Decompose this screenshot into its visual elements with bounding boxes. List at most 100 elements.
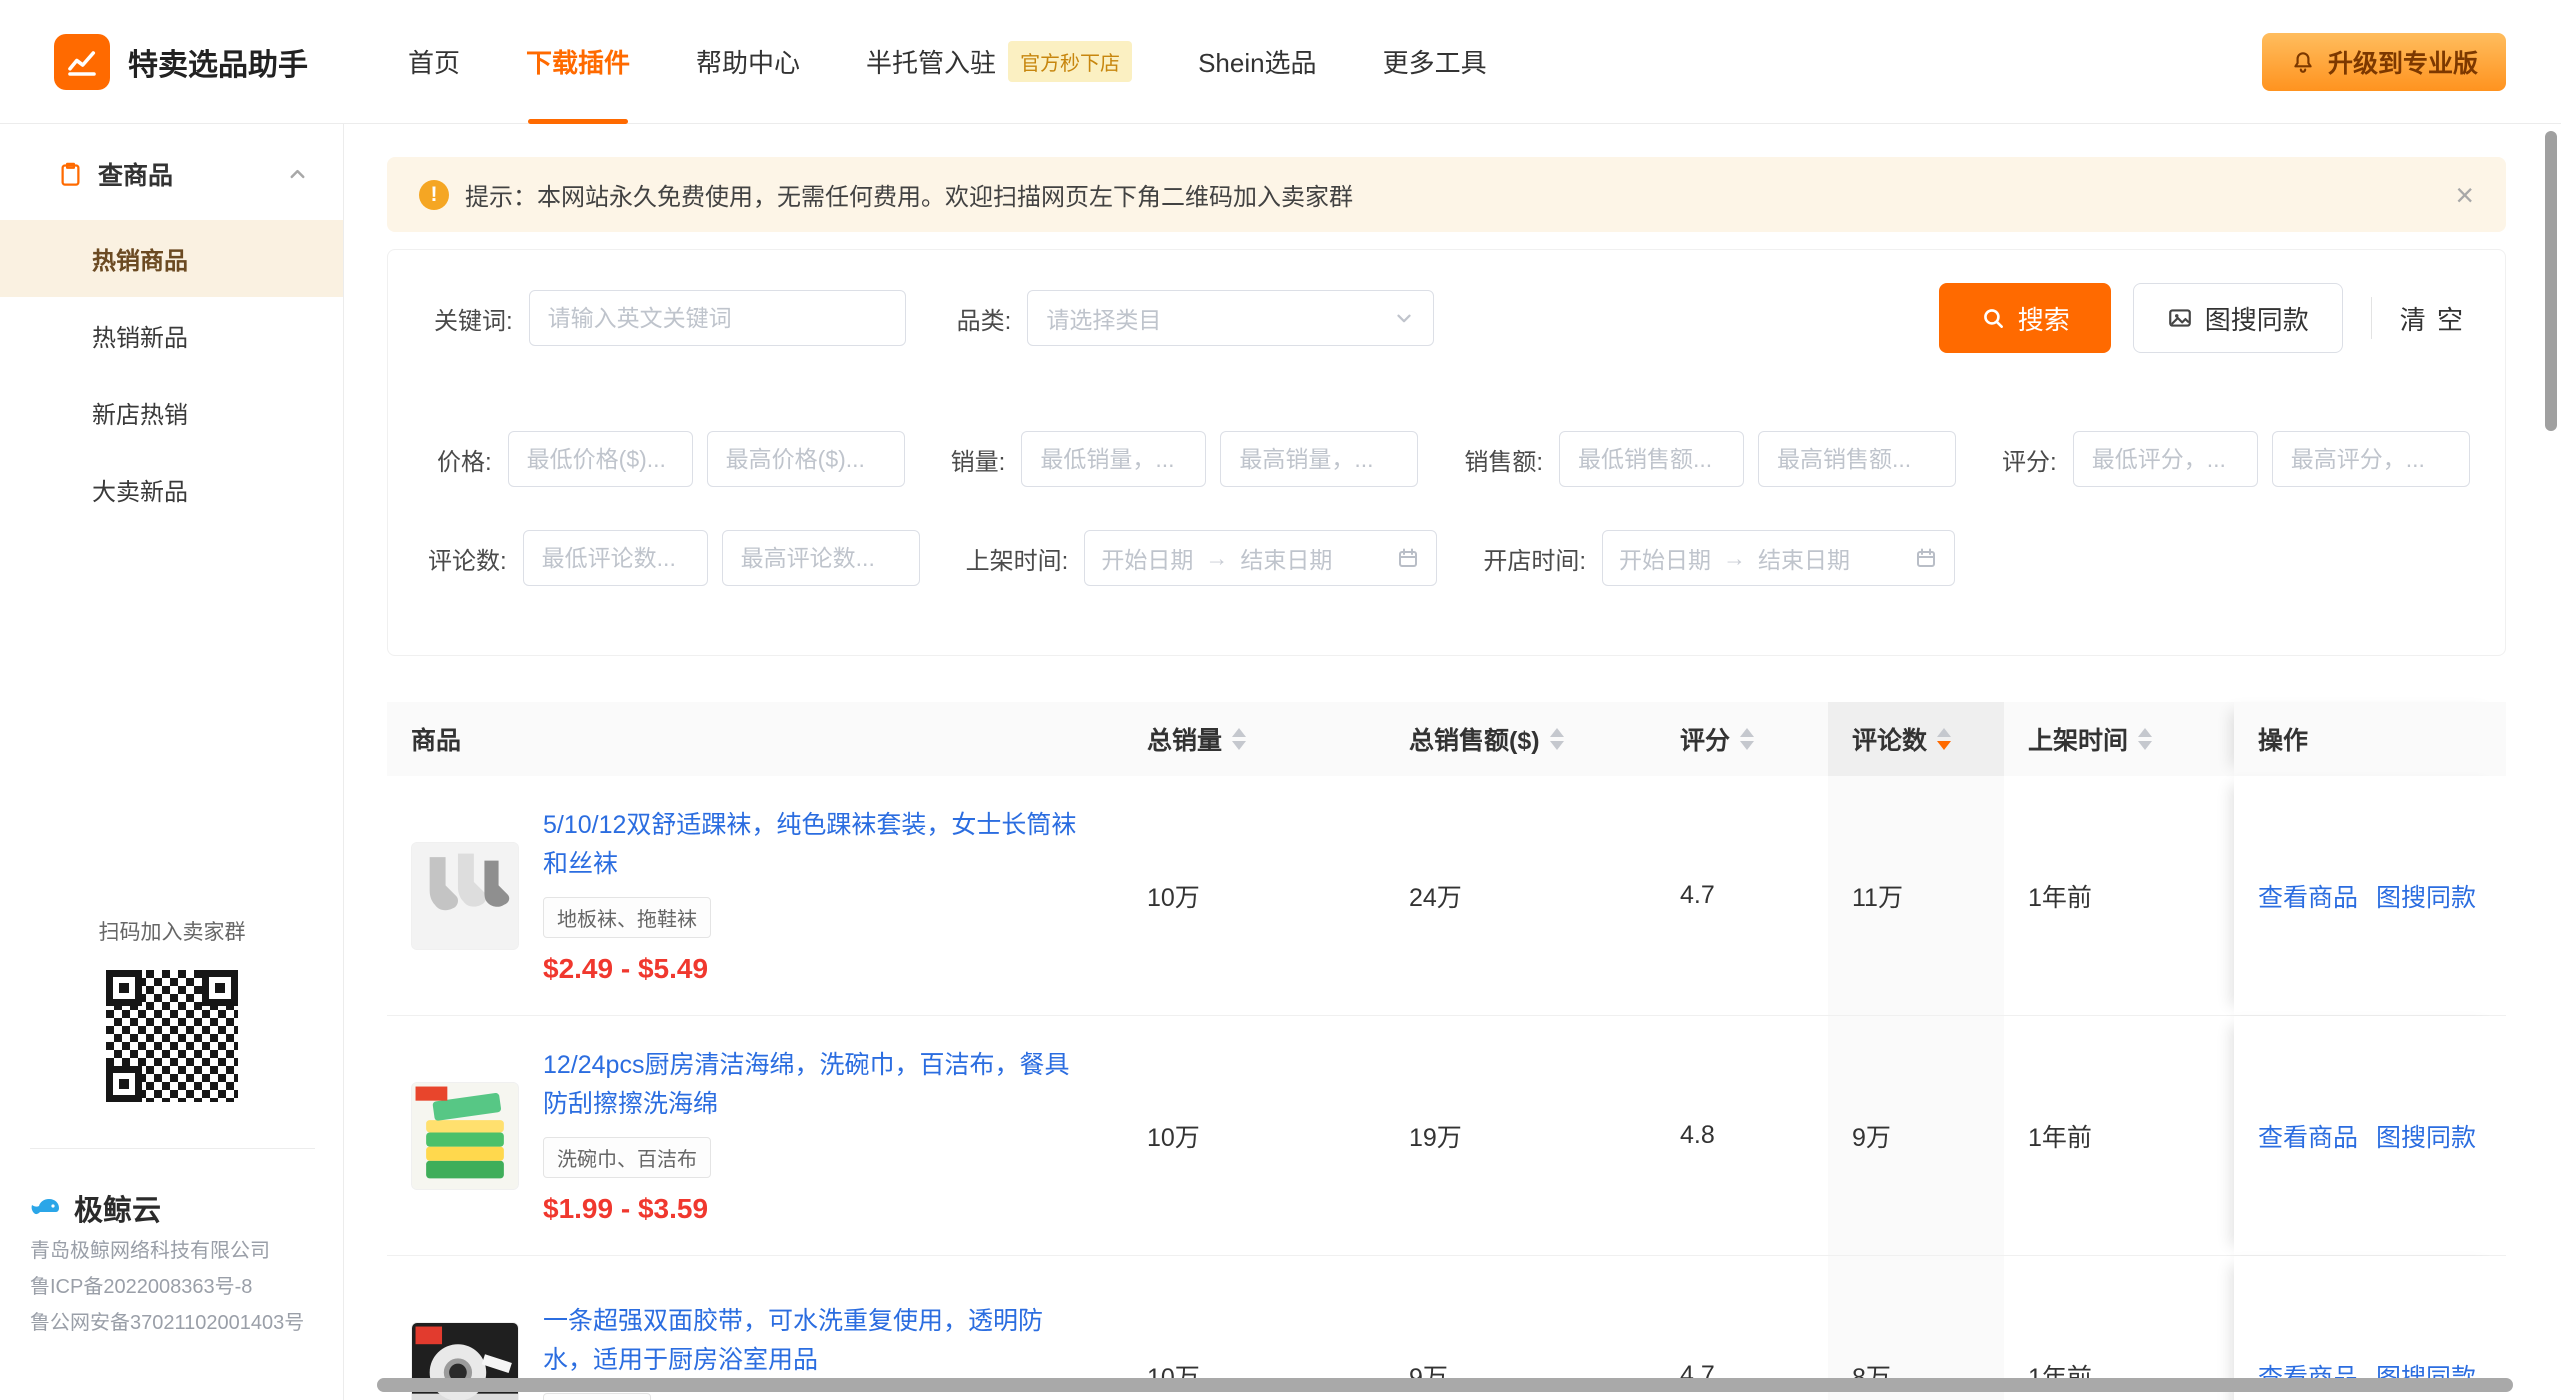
product-image[interactable] [411, 1082, 519, 1190]
nav-item-semi-managed[interactable]: 半托管入驻 官方秒下店 [866, 0, 1132, 124]
chevron-down-icon [1393, 307, 1415, 329]
close-icon[interactable]: × [2455, 179, 2474, 211]
rating-min-input[interactable] [2073, 431, 2258, 487]
sidebar-item-label: 热销商品 [92, 241, 188, 276]
sidebar-item-hot-new-products[interactable]: 热销新品 [0, 297, 343, 374]
search-button-label: 搜索 [2018, 300, 2070, 337]
sidebar-group-search-products[interactable]: 查商品 [0, 152, 343, 196]
nav-item-download-plugin[interactable]: 下载插件 [526, 0, 630, 124]
arrow-right-icon: → [1205, 545, 1228, 572]
price-label: 价格: [437, 442, 492, 477]
main-nav: 首页 下载插件 帮助中心 半托管入驻 官方秒下店 Shein选品 更多工具 [408, 0, 1487, 124]
column-header-total-revenue[interactable]: 总销售额($) [1385, 721, 1656, 757]
column-header-action: 操作 [2234, 702, 2506, 776]
listing-time-filter: 上架时间: 开始日期 → 结束日期 [966, 530, 1438, 586]
clipboard-icon [57, 161, 84, 188]
shop-time-label: 开店时间: [1483, 541, 1586, 576]
official-store-badge: 官方秒下店 [1008, 41, 1132, 82]
column-header-total-sales[interactable]: 总销量 [1123, 721, 1385, 757]
start-date-placeholder: 开始日期 [1101, 541, 1193, 575]
image-search-icon [2167, 305, 2193, 331]
keyword-input[interactable] [529, 290, 906, 346]
sidebar-item-bestseller-new[interactable]: 大卖新品 [0, 451, 343, 528]
revenue-min-input[interactable] [1559, 431, 1744, 487]
nav-item-more-tools[interactable]: 更多工具 [1383, 0, 1487, 124]
product-tag: 管道胶带 [543, 1393, 651, 1400]
reviews-filter: 评论数: [428, 530, 920, 586]
product-price: $1.99 - $3.59 [543, 1193, 1088, 1225]
action-cell: 查看商品 图搜同款 [2234, 1016, 2506, 1255]
total-revenue-value: 24万 [1385, 878, 1656, 914]
shop-date-range-picker[interactable]: 开始日期 → 结束日期 [1602, 530, 1955, 586]
sort-icon[interactable] [2138, 728, 2152, 750]
sort-icon[interactable] [1232, 728, 1246, 750]
sidebar-item-label: 大卖新品 [92, 472, 188, 507]
vertical-scrollbar[interactable] [2545, 131, 2557, 431]
price-min-input[interactable] [508, 431, 693, 487]
rating-filter: 评分: [2002, 431, 2470, 487]
image-search-link[interactable]: 图搜同款 [2376, 1118, 2476, 1154]
revenue-max-input[interactable] [1758, 431, 1956, 487]
product-title-link[interactable]: 12/24pcs厨房清洁海绵，洗碗巾，百洁布，餐具防刮擦擦洗海绵 [543, 1046, 1088, 1124]
total-sales-value: 10万 [1123, 1118, 1385, 1154]
keyword-label: 关键词: [434, 301, 513, 336]
product-price: $2.49 - $5.49 [543, 953, 1088, 985]
notice-banner: 提示：本网站永久免费使用，无需任何费用。欢迎扫描网页左下角二维码加入卖家群 × [387, 157, 2506, 232]
nav-item-home[interactable]: 首页 [408, 0, 460, 124]
sidebar-item-hot-products[interactable]: 热销商品 [0, 220, 343, 297]
product-title-link[interactable]: 5/10/12双舒适踝袜，纯色踝袜套装，女士长筒袜和丝袜 [543, 806, 1088, 884]
action-cell: 查看商品 图搜同款 [2234, 776, 2506, 1015]
search-button[interactable]: 搜索 [1939, 283, 2111, 353]
nav-item-shein-selection[interactable]: Shein选品 [1198, 0, 1317, 124]
column-header-rating[interactable]: 评分 [1656, 721, 1828, 757]
table-row: 12/24pcs厨房清洁海绵，洗碗巾，百洁布，餐具防刮擦擦洗海绵 洗碗巾、百洁布… [387, 1016, 2506, 1256]
revenue-label: 销售额: [1464, 442, 1543, 477]
sales-max-input[interactable] [1220, 431, 1418, 487]
sort-icon-active[interactable] [1937, 728, 1951, 750]
start-date-placeholder: 开始日期 [1619, 541, 1711, 575]
table-header-row: 商品 总销量 总销售额($) 评分 评论数 [387, 702, 2506, 776]
category-select[interactable]: 请选择类目 [1027, 290, 1434, 346]
reviews-min-input[interactable] [523, 530, 708, 586]
clear-button[interactable]: 清 空 [2400, 300, 2465, 337]
search-icon [1980, 305, 2006, 331]
brand[interactable]: 特卖选品助手 [54, 34, 308, 90]
image-search-button[interactable]: 图搜同款 [2133, 283, 2343, 353]
upgrade-label: 升级到专业版 [2328, 44, 2478, 80]
view-product-link[interactable]: 查看商品 [2258, 878, 2358, 914]
rating-value: 4.7 [1656, 881, 1828, 910]
app: 特卖选品助手 首页 下载插件 帮助中心 半托管入驻 官方秒下店 Shein选品 … [0, 0, 2561, 1400]
sidebar: 查商品 热销商品 热销新品 新店热销 大卖新品 扫码加入卖家群 [0, 124, 344, 1400]
column-header-listed-time[interactable]: 上架时间 [2004, 721, 2206, 757]
total-revenue-value: 19万 [1385, 1118, 1656, 1154]
sort-icon[interactable] [1740, 728, 1754, 750]
nav-label: 下载插件 [526, 43, 630, 80]
view-product-link[interactable]: 查看商品 [2258, 1118, 2358, 1154]
listed-time-value: 1年前 [2004, 1118, 2206, 1154]
end-date-placeholder: 结束日期 [1240, 541, 1332, 575]
reviews-value: 11万 [1828, 776, 2004, 1015]
nav-label: 半托管入驻 [866, 43, 996, 80]
sales-min-input[interactable] [1021, 431, 1206, 487]
image-search-link[interactable]: 图搜同款 [2376, 878, 2476, 914]
sidebar-item-new-store-hot[interactable]: 新店热销 [0, 374, 343, 451]
arrow-right-icon: → [1723, 545, 1746, 572]
product-title-link[interactable]: 一条超强双面胶带，可水洗重复使用，透明防水，适用于厨房浴室用品 [543, 1302, 1088, 1380]
nav-label: 更多工具 [1383, 43, 1487, 80]
category-placeholder: 请选择类目 [1046, 301, 1161, 335]
listed-time-value: 1年前 [2004, 878, 2206, 914]
listing-date-range-picker[interactable]: 开始日期 → 结束日期 [1084, 530, 1437, 586]
column-header-reviews[interactable]: 评论数 [1828, 702, 2004, 776]
products-table: 商品 总销量 总销售额($) 评分 评论数 [387, 702, 2506, 1400]
police-license[interactable]: 鲁公网安备37021102001403号 [30, 1310, 315, 1337]
rating-max-input[interactable] [2272, 431, 2470, 487]
horizontal-scrollbar[interactable] [377, 1378, 2513, 1392]
icp-license[interactable]: 鲁ICP备2022008363号-8 [30, 1274, 315, 1301]
sort-icon[interactable] [1550, 728, 1564, 750]
price-max-input[interactable] [707, 431, 905, 487]
product-tag: 洗碗巾、百洁布 [543, 1137, 711, 1178]
product-image[interactable] [411, 842, 519, 950]
reviews-max-input[interactable] [722, 530, 920, 586]
upgrade-pro-button[interactable]: 升级到专业版 [2262, 33, 2506, 91]
nav-item-help-center[interactable]: 帮助中心 [696, 0, 800, 124]
